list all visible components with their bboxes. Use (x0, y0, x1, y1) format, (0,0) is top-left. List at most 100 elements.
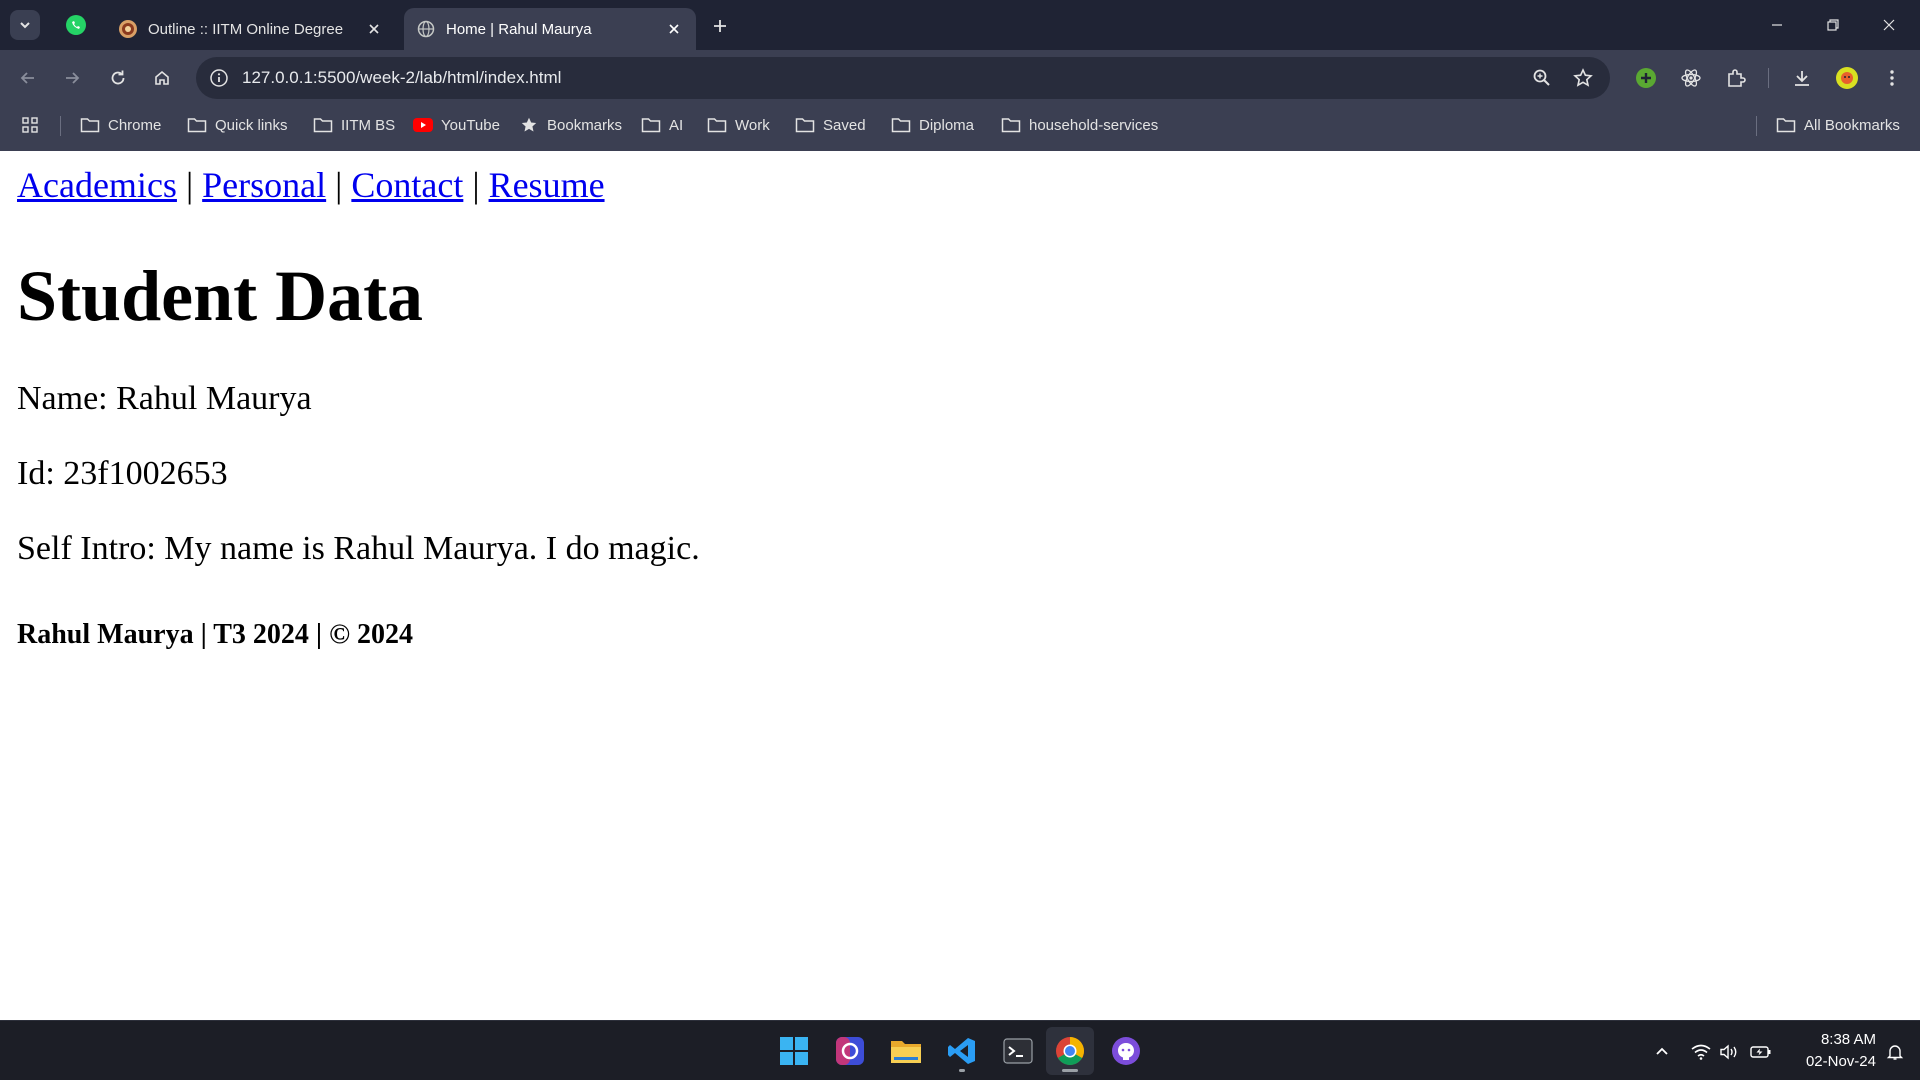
folder-icon (707, 115, 727, 135)
close-window-button[interactable] (1866, 8, 1912, 42)
nav-separator: | (335, 165, 343, 205)
restore-button[interactable] (1810, 8, 1856, 42)
bookmark-quick-links[interactable]: Quick links (187, 106, 288, 144)
folder-icon (80, 115, 100, 135)
bookmark-chrome[interactable]: Chrome (80, 106, 161, 144)
home-button[interactable] (146, 62, 178, 94)
taskbar-vscode[interactable] (938, 1027, 986, 1075)
chevron-up-icon (1656, 1047, 1668, 1055)
bookmark-diploma[interactable]: Diploma (891, 106, 974, 144)
folder-icon (313, 115, 333, 135)
bookmark-label: Diploma (919, 116, 975, 134)
nav-link-resume[interactable]: Resume (489, 165, 605, 205)
bookmark-label: Saved (823, 116, 866, 134)
site-info-icon[interactable] (206, 65, 232, 91)
bookmark-star-icon[interactable] (1571, 66, 1595, 90)
all-bookmarks-button[interactable]: All Bookmarks (1776, 106, 1900, 144)
youtube-icon (413, 115, 433, 135)
extensions-button[interactable] (1720, 62, 1752, 94)
tab-search-button[interactable] (10, 10, 40, 40)
vscode-icon (948, 1038, 975, 1064)
bookmark-iitm-bs[interactable]: IITM BS (313, 106, 395, 144)
tray-notifications[interactable] (1882, 1039, 1908, 1065)
page-footer: Rahul Maurya | T3 2024 | © 2024 (17, 619, 413, 650)
bookmark-label: IITM BS (341, 116, 396, 134)
bookmark-youtube[interactable]: YouTube (413, 106, 500, 144)
folder-icon (891, 115, 911, 135)
downloads-button[interactable] (1786, 62, 1818, 94)
bookmark-ai[interactable]: AI (641, 106, 683, 144)
running-indicator (959, 1069, 965, 1072)
taskbar-clock[interactable]: 8:38 AM 02-Nov-24 (1780, 1029, 1876, 1073)
iitm-favicon-icon (118, 19, 138, 39)
start-button[interactable] (770, 1027, 818, 1075)
close-tab-icon[interactable] (664, 19, 684, 39)
chevron-down-icon (20, 22, 30, 29)
address-bar[interactable]: 127.0.0.1:5500/week-2/lab/html/index.htm… (196, 57, 1610, 99)
taskbar-file-explorer[interactable] (882, 1027, 930, 1075)
new-tab-button[interactable] (706, 12, 734, 40)
bookmark-household-services[interactable]: household-services (1001, 106, 1158, 144)
bookmark-bookmarks[interactable]: Bookmarks (519, 106, 622, 144)
nav-separator: | (472, 165, 480, 205)
student-name: Name: Rahul Maurya (17, 380, 312, 417)
bookmark-label: YouTube (441, 116, 500, 134)
profile-button[interactable] (1831, 62, 1863, 94)
folder-icon (187, 115, 207, 135)
taskbar-terminal[interactable] (994, 1027, 1042, 1075)
plus-icon (714, 20, 726, 32)
chrome-icon (1056, 1037, 1084, 1065)
taskbar-github-desktop[interactable] (1102, 1027, 1150, 1075)
nav-link-contact[interactable]: Contact (351, 165, 463, 205)
arrow-right-icon (66, 72, 80, 84)
tray-battery[interactable] (1748, 1039, 1774, 1065)
student-id: Id: 23f1002653 (17, 455, 228, 492)
page-title: Student Data (17, 256, 424, 336)
bookmark-saved[interactable]: Saved (795, 106, 866, 144)
bookmark-label: Bookmarks (547, 116, 623, 134)
nav-link-academics[interactable]: Academics (17, 165, 177, 205)
clock-time: 8:38 AM (1820, 1031, 1876, 1048)
tab-iitm-outline[interactable]: Outline :: IITM Online Degree (106, 8, 396, 50)
taskbar-chrome[interactable] (1046, 1027, 1094, 1075)
nav-link-personal[interactable]: Personal (202, 165, 326, 205)
close-tab-icon[interactable] (364, 19, 384, 39)
apps-grid-icon (20, 115, 40, 135)
apps-button[interactable] (20, 106, 48, 144)
tab-home-rahul-maurya[interactable]: Home | Rahul Maurya (404, 8, 696, 50)
tray-overflow-button[interactable] (1649, 1039, 1675, 1065)
windows-start-icon (780, 1037, 808, 1065)
web-page: Academics | Personal | Contact | Resume … (0, 151, 1920, 1020)
zoom-icon[interactable] (1530, 66, 1554, 90)
react-icon (1681, 69, 1701, 87)
bell-icon (1886, 1045, 1904, 1060)
pinned-tab-whatsapp[interactable] (58, 10, 94, 40)
browser-menu-button[interactable] (1876, 62, 1908, 94)
bookmark-work[interactable]: Work (707, 106, 770, 144)
extension-plus-icon (1636, 68, 1656, 88)
tray-wifi[interactable] (1688, 1039, 1714, 1065)
folder-icon (795, 115, 815, 135)
url-text[interactable]: 127.0.0.1:5500/week-2/lab/html/index.htm… (242, 57, 561, 99)
folder-icon (1001, 115, 1021, 135)
bookmarks-divider (1756, 116, 1757, 136)
kebab-menu-icon (1890, 70, 1894, 86)
bookmarks-divider (60, 116, 61, 136)
home-icon (155, 70, 169, 85)
bookmark-label: Chrome (108, 116, 162, 134)
minimize-button[interactable] (1754, 8, 1800, 42)
extension-green-button[interactable] (1630, 62, 1662, 94)
reload-button[interactable] (102, 62, 134, 94)
folder-icon (641, 115, 661, 135)
react-devtools-button[interactable] (1675, 62, 1707, 94)
puzzle-icon (1728, 69, 1746, 87)
tray-volume[interactable] (1716, 1039, 1742, 1065)
back-button[interactable] (12, 62, 44, 94)
taskbar-copilot[interactable] (826, 1027, 874, 1075)
forward-button[interactable] (56, 62, 88, 94)
globe-icon (416, 19, 436, 39)
bookmark-label: AI (669, 116, 684, 134)
download-icon (1795, 71, 1809, 86)
site-nav: Academics | Personal | Contact | Resume (17, 164, 605, 206)
active-indicator (1062, 1069, 1078, 1072)
